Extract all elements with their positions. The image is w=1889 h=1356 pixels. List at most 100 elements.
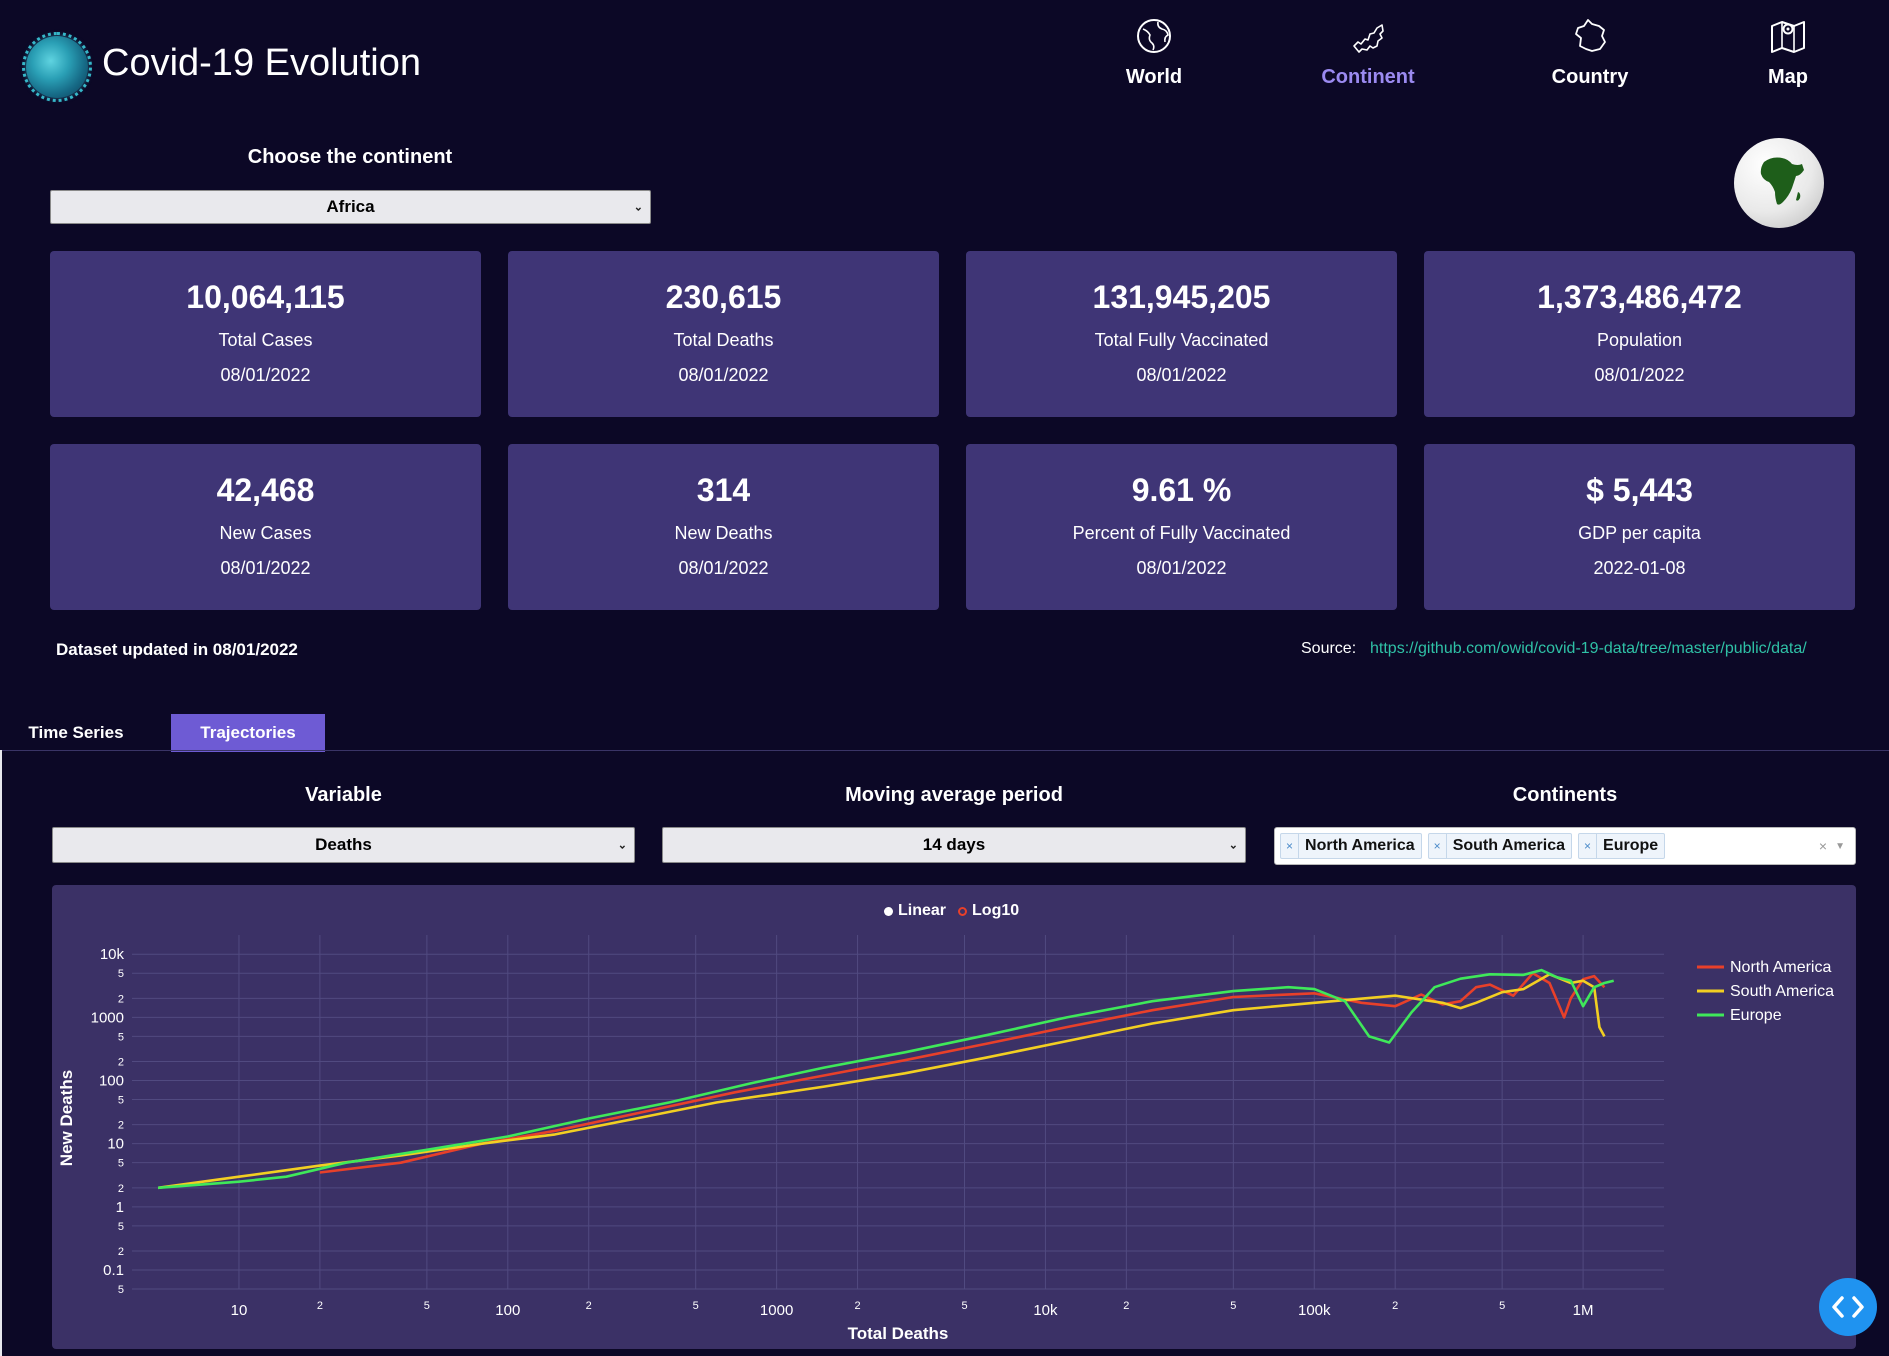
- tab-trajectories[interactable]: Trajectories: [171, 714, 325, 752]
- continent-select[interactable]: Africa ⌄: [50, 190, 651, 224]
- continents-label: Continents: [1512, 784, 1618, 806]
- radio-log10[interactable]: Log10: [958, 902, 1019, 920]
- stat-card-gdp-per-capita: $ 5,443 GDP per capita 2022-01-08: [1424, 444, 1855, 610]
- y-tick-label: 2: [118, 1120, 124, 1132]
- remove-chip-icon[interactable]: ×: [1579, 834, 1598, 858]
- stat-date: 08/01/2022: [678, 365, 769, 385]
- clear-all-icon[interactable]: ×: [1819, 838, 1827, 854]
- nav-country[interactable]: Country: [1520, 16, 1660, 89]
- x-tick-label: 1M: [1573, 1302, 1594, 1319]
- virus-logo-icon: [22, 32, 92, 102]
- chip-label: South America: [1452, 837, 1566, 854]
- stat-caption: Percent of Fully Vaccinated: [1072, 523, 1291, 543]
- x-tick-label: 10: [231, 1302, 248, 1319]
- radio-log10-label: Log10: [972, 902, 1020, 919]
- stat-date: 08/01/2022: [220, 558, 311, 578]
- continent-map-icon: [1353, 24, 1384, 53]
- stat-date: 08/01/2022: [1136, 558, 1227, 578]
- nav-country-label: Country: [1551, 66, 1629, 88]
- stat-value: 9.61 %: [1131, 472, 1232, 508]
- y-tick-label: 5: [118, 1284, 124, 1296]
- y-tick-label: 5: [118, 1031, 124, 1043]
- stat-caption: Total Cases: [218, 330, 313, 350]
- x-tick-label: 2: [854, 1300, 860, 1312]
- x-axis-title: Total Deaths: [848, 1324, 949, 1343]
- x-tick-label: 5: [424, 1300, 430, 1312]
- stat-value: 1,373,486,472: [1537, 279, 1742, 315]
- variable-label: Variable: [305, 784, 382, 806]
- globe-icon: [1137, 19, 1171, 53]
- scale-toggle: Linear Log10: [884, 902, 1019, 920]
- y-tick-label: 10: [107, 1136, 124, 1153]
- trajectory-chart: 10 2 5 100 2 5 1000 2 5 10k 2 5 100k 2 5 1M 10k 5 2 1000 5 2 1…: [57, 935, 1834, 1343]
- y-tick-label: 5: [118, 1095, 124, 1107]
- stat-card-total-deaths: 230,615 Total Deaths 08/01/2022: [508, 251, 939, 417]
- stat-date: 2022-01-08: [1593, 558, 1686, 578]
- remove-chip-icon[interactable]: ×: [1281, 834, 1300, 858]
- series-line-north-america: [319, 971, 1606, 1174]
- choose-continent-label: Choose the continent: [247, 146, 453, 168]
- nav-map[interactable]: Map: [1718, 16, 1858, 89]
- app-title: Covid-19 Evolution: [102, 42, 421, 84]
- moving-average-select[interactable]: 14 days ⌄: [662, 827, 1246, 863]
- stat-card-total-cases: 10,064,115 Total Cases 08/01/2022: [50, 251, 481, 417]
- code-toggle-button[interactable]: [1819, 1278, 1877, 1336]
- y-tick-label: 1000: [91, 1009, 124, 1026]
- stat-caption: Total Fully Vaccinated: [1094, 330, 1269, 350]
- y-tick-label: 0.1: [103, 1262, 124, 1279]
- radio-dot-selected: [884, 906, 893, 916]
- continents-multiselect[interactable]: × North America × South America × Europe…: [1274, 827, 1856, 865]
- y-tick-label: 10k: [100, 946, 125, 963]
- x-tick-label: 100: [495, 1302, 520, 1319]
- stat-date: 08/01/2022: [678, 558, 769, 578]
- stat-date: 08/01/2022: [1594, 365, 1685, 385]
- nav-map-label: Map: [1768, 66, 1808, 88]
- x-tick-label: 100k: [1298, 1302, 1331, 1319]
- nav-world-label: World: [1125, 66, 1183, 88]
- source-label: Source:: [1301, 640, 1357, 657]
- stat-caption: Population: [1596, 330, 1683, 350]
- country-map-icon: [1575, 19, 1606, 52]
- tab-divider: [0, 750, 1889, 751]
- stat-value: 42,468: [216, 472, 315, 508]
- x-tick-label: 5: [1499, 1300, 1505, 1312]
- radio-linear-label: Linear: [898, 902, 947, 919]
- x-tick-label: 2: [1392, 1300, 1398, 1312]
- moving-average-label: Moving average period: [845, 784, 1063, 806]
- stat-card-new-deaths: 314 New Deaths 08/01/2022: [508, 444, 939, 610]
- moving-average-select-value: 14 days: [922, 835, 986, 854]
- nav-world[interactable]: World: [1084, 16, 1224, 89]
- radio-dot-unselected: [958, 906, 968, 916]
- x-tick-label: 5: [961, 1300, 967, 1312]
- tab-time-series[interactable]: Time Series: [14, 714, 138, 752]
- y-tick-label: 5: [118, 1221, 124, 1233]
- y-tick-label: 2: [118, 1246, 124, 1258]
- stat-date: 08/01/2022: [1136, 365, 1227, 385]
- nav-continent[interactable]: Continent: [1298, 16, 1438, 89]
- stat-value: 131,945,205: [1092, 279, 1271, 315]
- remove-chip-icon[interactable]: ×: [1429, 834, 1447, 858]
- y-axis-title: New Deaths: [57, 1070, 76, 1166]
- source-link[interactable]: https://github.com/owid/covid-19-data/tr…: [1370, 640, 1807, 658]
- x-tick-label: 2: [1123, 1300, 1129, 1312]
- continent-chip: × Europe: [1578, 833, 1666, 859]
- map-icon: [1771, 21, 1805, 53]
- legend-label: Europe: [1730, 1007, 1782, 1024]
- stat-caption: New Deaths: [674, 523, 773, 543]
- nav-continent-label: Continent: [1321, 66, 1415, 88]
- caret-down-icon[interactable]: ▼: [1835, 841, 1845, 852]
- chevron-down-icon: ⌄: [1228, 839, 1238, 852]
- stat-date: 08/01/2022: [220, 365, 311, 385]
- stat-value: 10,064,115: [186, 279, 345, 315]
- stat-caption: GDP per capita: [1578, 523, 1701, 543]
- y-tick-label: 5: [118, 1158, 124, 1170]
- variable-select[interactable]: Deaths ⌄: [52, 827, 635, 863]
- x-tick-label: 2: [317, 1300, 323, 1312]
- y-tick-label: 5: [118, 968, 124, 980]
- x-tick-label: 1000: [760, 1302, 793, 1319]
- radio-linear[interactable]: Linear: [884, 902, 946, 920]
- stat-card-population: 1,373,486,472 Population 08/01/2022: [1424, 251, 1855, 417]
- app-header: Covid-19 Evolution World Continent Count…: [0, 0, 1889, 130]
- stat-card-new-cases: 42,468 New Cases 08/01/2022: [50, 444, 481, 610]
- y-tick-label: 2: [118, 993, 124, 1005]
